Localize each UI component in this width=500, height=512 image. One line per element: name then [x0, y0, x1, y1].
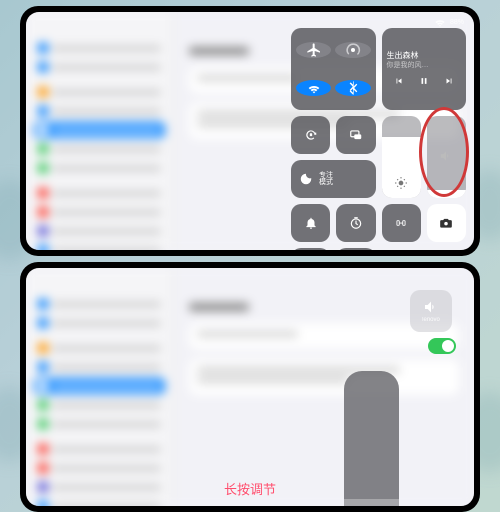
- timer-icon: [349, 216, 363, 230]
- status-bar: 88%: [433, 15, 464, 29]
- screen-mirror-button[interactable]: [336, 116, 375, 154]
- device-frame-top: 88% 生出森林 你是我的风…: [20, 6, 480, 256]
- device-frame-bottom: lenovo 长按调节: [20, 262, 480, 512]
- media-title: 生出森林: [387, 52, 462, 61]
- brightness-icon: [394, 176, 408, 190]
- screen-mirror-icon: [349, 128, 363, 142]
- wifi-button[interactable]: [296, 80, 331, 96]
- expanded-volume-slider[interactable]: [344, 371, 399, 506]
- volume-slider[interactable]: [427, 116, 466, 198]
- rotation-lock-button[interactable]: [291, 116, 330, 154]
- instruction-caption: 长按调节: [224, 479, 276, 498]
- app-shortcut-button[interactable]: [336, 248, 375, 250]
- speaker-output-icon: [423, 299, 439, 315]
- audio-output-tile[interactable]: lenovo: [410, 290, 452, 332]
- brightness-slider[interactable]: [382, 116, 421, 198]
- moon-icon: [299, 172, 313, 186]
- focus-button[interactable]: 专注 模式: [291, 160, 376, 198]
- screen-top: 88% 生出森林 你是我的风…: [26, 12, 474, 250]
- bluetooth-button[interactable]: [335, 80, 370, 96]
- wifi-status-icon: [433, 15, 447, 29]
- pause-icon[interactable]: [419, 76, 429, 86]
- camera-button[interactable]: [427, 204, 466, 242]
- prev-track-icon[interactable]: [394, 76, 404, 86]
- wifi-icon: [306, 80, 322, 96]
- control-center[interactable]: 生出森林 你是我的风… 专注 模式: [291, 28, 466, 250]
- speaker-icon: [439, 149, 453, 163]
- hearing-icon: [394, 216, 408, 230]
- airplane-icon: [306, 42, 322, 58]
- airdrop-button[interactable]: [335, 42, 370, 58]
- media-subtitle: 你是我的风…: [387, 60, 462, 70]
- toggle-switch[interactable]: [428, 338, 456, 354]
- battery-status: 88%: [450, 19, 464, 26]
- camera-icon: [439, 216, 453, 230]
- settings-app-background-2: [26, 268, 474, 506]
- airplane-mode-button[interactable]: [296, 42, 331, 58]
- qr-scan-button[interactable]: [291, 248, 330, 250]
- focus-label: 专注 模式: [319, 172, 333, 186]
- timer-button[interactable]: [336, 204, 375, 242]
- audio-output-label: lenovo: [422, 317, 440, 323]
- screen-bottom: lenovo 长按调节: [26, 268, 474, 506]
- connectivity-group[interactable]: [291, 28, 376, 110]
- media-player[interactable]: 生出森林 你是我的风…: [382, 28, 467, 110]
- rotation-lock-icon: [304, 128, 318, 142]
- next-track-icon[interactable]: [444, 76, 454, 86]
- airdrop-icon: [345, 42, 361, 58]
- bell-icon: [304, 216, 318, 230]
- silent-button[interactable]: [291, 204, 330, 242]
- bluetooth-icon: [345, 80, 361, 96]
- hearing-button[interactable]: [382, 204, 421, 242]
